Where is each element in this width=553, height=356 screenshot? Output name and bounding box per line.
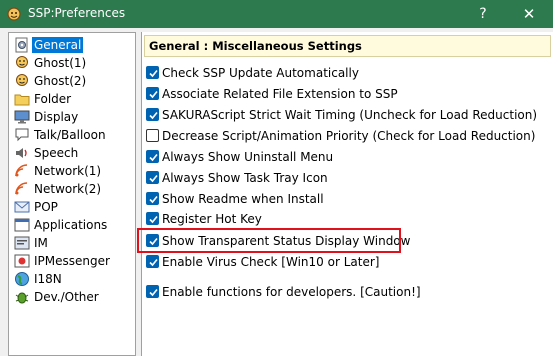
- sidebar-item-network-1[interactable]: Network(1): [12, 162, 134, 180]
- ghost-icon: [16, 56, 28, 68]
- title-bar: SSP:Preferences ? ✕: [0, 0, 553, 28]
- sidebar-item-label: IM: [34, 236, 48, 250]
- sidebar-item-label: General: [32, 37, 84, 53]
- sidebar-item-label: Speech: [34, 146, 79, 160]
- sidebar-item-i18n[interactable]: I18N: [12, 270, 134, 288]
- option-label: Always Show Uninstall Menu: [162, 150, 334, 164]
- option-label: Enable functions for developers. [Cautio…: [162, 285, 421, 299]
- window-title: SSP:Preferences: [28, 6, 126, 20]
- checkbox[interactable]: [146, 129, 159, 142]
- option-label: Show Readme when Install: [162, 192, 324, 206]
- sidebar-item-im[interactable]: IM: [12, 234, 134, 252]
- checkbox[interactable]: [146, 150, 159, 163]
- section-title: General : Miscellaneous Settings: [149, 39, 362, 53]
- checkbox[interactable]: [146, 285, 159, 298]
- ipmessenger-icon: [14, 254, 30, 268]
- sidebar-item-label: Ghost(1): [34, 56, 87, 70]
- gear-doc-icon: [15, 37, 28, 53]
- applications-icon: [14, 218, 30, 232]
- checkbox[interactable]: [146, 171, 159, 184]
- option-label: Register Hot Key: [162, 212, 262, 226]
- ghost-icon: [16, 74, 28, 86]
- sidebar-item-talk-balloon[interactable]: Talk/Balloon: [12, 126, 134, 144]
- sidebar-item-label: IPMessenger: [34, 254, 110, 268]
- sidebar-item-general[interactable]: General: [12, 36, 134, 54]
- sidebar-item-label: Display: [34, 110, 79, 124]
- checkbox[interactable]: [146, 192, 159, 205]
- option-label: Decrease Script/Animation Priority (Chec…: [162, 129, 536, 143]
- balloon-icon: [15, 128, 29, 142]
- option-label: Check SSP Update Automatically: [162, 66, 359, 80]
- sidebar-item-label: I18N: [34, 272, 62, 286]
- speaker-icon: [16, 148, 27, 158]
- app-icon: [7, 7, 21, 21]
- network-icon: [15, 182, 28, 195]
- option-label: Associate Related File Extension to SSP: [162, 87, 398, 101]
- close-button[interactable]: ✕: [508, 2, 550, 26]
- sidebar-item-label: Folder: [34, 92, 72, 106]
- sidebar-item-label: POP: [34, 200, 58, 214]
- option-label: SAKURAScript Strict Wait Timing (Uncheck…: [162, 108, 538, 122]
- globe-icon: [15, 272, 29, 286]
- im-icon: [14, 236, 30, 250]
- sidebar-item-label: Talk/Balloon: [34, 128, 106, 142]
- option-label: Always Show Task Tray Icon: [162, 171, 328, 185]
- mail-icon: [14, 201, 30, 213]
- sidebar-item-label: Dev./Other: [34, 290, 99, 304]
- network-icon: [15, 164, 28, 177]
- sidebar-item-folder[interactable]: Folder: [12, 90, 134, 108]
- checkbox[interactable]: [146, 108, 159, 121]
- sidebar-item-applications[interactable]: Applications: [12, 216, 134, 234]
- sidebar-item-ipmessenger[interactable]: IPMessenger: [12, 252, 134, 270]
- sidebar-item-label: Network(2): [34, 182, 102, 196]
- sidebar-item-pop[interactable]: POP: [12, 198, 134, 216]
- sidebar-item-dev-other[interactable]: Dev./Other: [12, 288, 134, 306]
- sidebar-item-label: Ghost(2): [34, 74, 87, 88]
- sidebar-item-ghost-2[interactable]: Ghost(2): [12, 72, 134, 90]
- sidebar-item-label: Applications: [34, 218, 108, 232]
- category-list[interactable]: General Ghost(1) Ghost(2) Folder Display…: [8, 32, 136, 356]
- folder-icon: [14, 94, 30, 106]
- highlight-box: [137, 228, 401, 253]
- help-button[interactable]: ?: [466, 2, 500, 26]
- display-icon: [14, 110, 30, 124]
- sidebar-item-display[interactable]: Display: [12, 108, 134, 126]
- checkbox[interactable]: [146, 87, 159, 100]
- checkbox[interactable]: [146, 212, 159, 225]
- section-header: General : Miscellaneous Settings: [144, 35, 551, 57]
- checkbox[interactable]: [146, 66, 159, 79]
- sidebar-item-ghost-1[interactable]: Ghost(1): [12, 54, 134, 72]
- checkbox[interactable]: [146, 255, 159, 268]
- sidebar-item-speech[interactable]: Speech: [12, 144, 134, 162]
- bug-icon: [15, 292, 29, 304]
- sidebar-item-network-2[interactable]: Network(2): [12, 180, 134, 198]
- sidebar-item-label: Network(1): [34, 164, 102, 178]
- option-label: Enable Virus Check [Win10 or Later]: [162, 255, 380, 269]
